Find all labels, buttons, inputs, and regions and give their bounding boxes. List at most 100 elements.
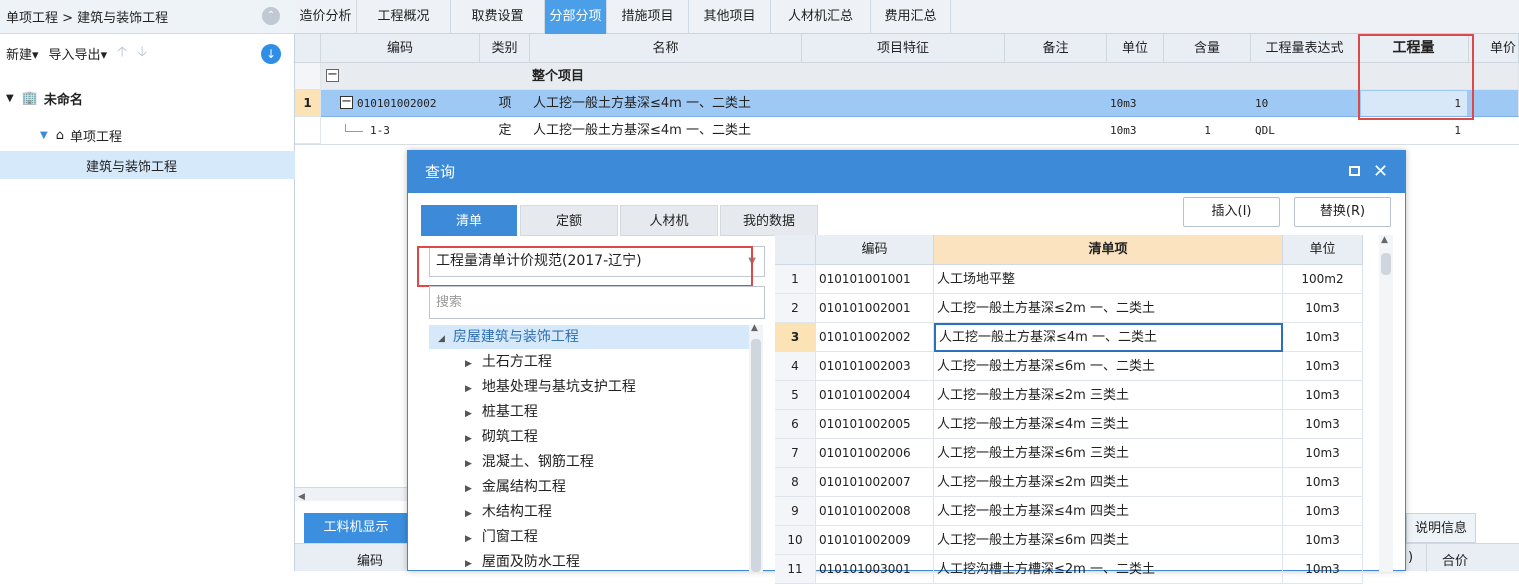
move-up-icon[interactable]: 🡡 <box>117 41 127 65</box>
row-unit: 10m3 <box>1283 381 1363 410</box>
row-type: 项 <box>498 96 512 111</box>
tree-item[interactable]: ▶ 地基处理与基坑支护工程 <box>465 375 636 400</box>
tree-item-building[interactable]: 建筑与装饰工程 <box>0 151 295 179</box>
grid-header-type: 类别 <box>480 34 530 63</box>
tab-measures[interactable]: 措施项目 <box>607 0 689 34</box>
tab-overview[interactable]: 工程概况 <box>357 0 451 34</box>
table-row[interactable]: 5 010101002004 人工挖一般土方基深≤2m 三类土 10m3 <box>775 381 1363 410</box>
insert-button[interactable]: 插入(I) <box>1183 197 1280 227</box>
row-name: 人工挖一般土方基深≤4m 一、二类土 <box>533 96 751 111</box>
table-row[interactable]: 7 010101002006 人工挖一般土方基深≤6m 三类土 10m3 <box>775 439 1363 468</box>
tab-cost-analysis[interactable]: 造价分析 <box>295 0 357 34</box>
row-code: 1-3 <box>370 124 390 137</box>
bottom-header-code: 编码 <box>357 554 384 569</box>
dialog-tab-bill[interactable]: 清单 <box>421 205 517 236</box>
row-code: 010101002008 <box>816 497 934 526</box>
tree-scrollbar[interactable]: ▲ <box>749 323 763 572</box>
expand-icon[interactable]: ▶ <box>465 534 472 544</box>
table-row[interactable]: 11 010101003001 人工挖沟槽土方槽深≤2m 一、二类土 10m3 <box>775 555 1363 584</box>
expand-icon[interactable]: ▶ <box>465 559 472 569</box>
tree-item[interactable]: ▶ 桩基工程 <box>465 400 538 425</box>
row-code: 010101002002 <box>816 323 934 352</box>
download-icon[interactable]: ↓ <box>261 44 281 64</box>
replace-button[interactable]: 替换(R) <box>1294 197 1391 227</box>
tab-material-display[interactable]: 工料机显示 <box>304 513 408 543</box>
row-item: 人工挖一般土方基深≤2m 一、二类土 <box>934 294 1283 323</box>
tab-sub-items[interactable]: 分部分项 <box>545 0 607 34</box>
collapse-row-icon[interactable]: − <box>340 95 353 109</box>
scroll-up-icon[interactable]: ▲ <box>1381 235 1388 245</box>
expand-icon[interactable]: ▶ <box>465 384 472 394</box>
dialog-tab-material[interactable]: 人材机 <box>620 205 718 236</box>
row-number: 1 <box>295 90 321 117</box>
tab-fee-settings[interactable]: 取费设置 <box>451 0 545 34</box>
tab-other-items[interactable]: 其他项目 <box>689 0 771 34</box>
tree-item-single-project[interactable]: ▼ ⌂ 单项工程 <box>0 121 295 149</box>
expand-icon[interactable]: ▼ <box>6 93 14 104</box>
table-row[interactable]: 6 010101002005 人工挖一般土方基深≤4m 三类土 10m3 <box>775 410 1363 439</box>
tab-fee-summary[interactable]: 费用汇总 <box>871 0 951 34</box>
table-row[interactable]: 8 010101002007 人工挖一般土方基深≤2m 四类土 10m3 <box>775 468 1363 497</box>
row-unit: 10m3 <box>1283 526 1363 555</box>
scroll-thumb[interactable] <box>1381 253 1391 275</box>
horizontal-scrollbar[interactable]: ◀ <box>295 487 410 502</box>
tree-item[interactable]: ▶ 木结构工程 <box>465 500 552 525</box>
group-row[interactable] <box>321 63 1519 90</box>
left-panel: 单项工程 > 建筑与装饰工程 ⌃ 新建▾ 导入导出▾ 🡡 🡣 ↓ ▼ 🏢 未命名… <box>0 0 295 571</box>
row-name: 人工挖一般土方基深≤4m 一、二类土 <box>533 123 751 138</box>
import-export-button[interactable]: 导入导出▾ <box>49 44 108 63</box>
tree-item[interactable]: ▶ 砌筑工程 <box>465 425 538 450</box>
row-type: 定 <box>498 123 512 138</box>
tree-line-icon <box>345 124 363 132</box>
building-icon: 🏢 <box>21 90 38 106</box>
scroll-up-icon[interactable]: ▲ <box>751 323 758 333</box>
expand-icon[interactable]: ▶ <box>465 359 472 369</box>
dialog-tab-my-data[interactable]: 我的数据 <box>720 205 818 236</box>
scroll-left-icon[interactable]: ◀ <box>298 492 305 502</box>
row-item: 人工挖一般土方基深≤4m 三类土 <box>934 410 1283 439</box>
tree-item-root[interactable]: ▼ 🏢 未命名 <box>0 84 295 112</box>
row-qty[interactable]: 1 <box>1361 117 1467 144</box>
main-grid: 编码 类别 名称 项目特征 备注 单位 含量 工程量表达式 工程量 单价 − 整… <box>295 34 1519 150</box>
expand-icon[interactable]: ▶ <box>465 434 472 444</box>
expand-icon[interactable]: ▶ <box>465 509 472 519</box>
row-number: 2 <box>775 294 816 323</box>
table-row[interactable]: 9 010101002008 人工挖一般土方基深≤4m 四类土 10m3 <box>775 497 1363 526</box>
move-down-icon[interactable]: 🡣 <box>137 41 147 65</box>
table-header-num <box>775 235 816 265</box>
tab-labor-material[interactable]: 人材机汇总 <box>771 0 871 34</box>
row-code: 010101002006 <box>816 439 934 468</box>
scroll-thumb[interactable] <box>751 339 761 572</box>
grid-header-corner <box>295 34 321 63</box>
expand-icon[interactable]: ◢ <box>438 334 445 344</box>
tab-description-info[interactable]: 说明信息 <box>1406 513 1476 543</box>
tree-root[interactable]: ◢ 房屋建筑与装饰工程 <box>438 325 579 350</box>
new-button[interactable]: 新建▾ <box>6 44 39 63</box>
tree-item[interactable]: ▶ 土石方工程 <box>465 350 552 375</box>
table-row[interactable]: 2 010101002001 人工挖一般土方基深≤2m 一、二类土 10m3 <box>775 294 1363 323</box>
row-expr: QDL <box>1255 124 1275 137</box>
tree-item[interactable]: ▶ 门窗工程 <box>465 525 538 550</box>
row-number: 10 <box>775 526 816 555</box>
expand-icon[interactable]: ▼ <box>40 130 48 141</box>
expand-icon[interactable]: ▶ <box>465 459 472 469</box>
search-input[interactable]: 搜索 <box>429 286 765 319</box>
tree-item[interactable]: ▶ 屋面及防水工程 <box>465 550 580 575</box>
table-scrollbar[interactable]: ▲ <box>1379 235 1393 572</box>
tree-item[interactable]: ▶ 混凝土、钢筋工程 <box>465 450 594 475</box>
table-row[interactable]: 3 010101002002 人工挖一般土方基深≤4m 一、二类土 10m3 <box>775 323 1363 352</box>
dialog-tab-quota[interactable]: 定额 <box>520 205 618 236</box>
row-unit: 10m3 <box>1110 124 1137 137</box>
collapse-row-icon[interactable]: − <box>326 68 339 82</box>
expand-icon[interactable]: ▶ <box>465 484 472 494</box>
grid-header-price: 单价 <box>1469 34 1519 63</box>
collapse-icon[interactable]: ⌃ <box>262 7 280 25</box>
table-row[interactable]: 4 010101002003 人工挖一般土方基深≤6m 一、二类土 10m3 <box>775 352 1363 381</box>
expand-icon[interactable]: ▶ <box>465 409 472 419</box>
maximize-icon[interactable] <box>1349 166 1360 176</box>
row-unit: 10m3 <box>1283 352 1363 381</box>
table-row[interactable]: 10 010101002009 人工挖一般土方基深≤6m 四类土 10m3 <box>775 526 1363 555</box>
close-icon[interactable]: ✕ <box>1373 151 1388 193</box>
table-row[interactable]: 1 010101001001 人工场地平整 100m2 <box>775 265 1363 294</box>
tree-item[interactable]: ▶ 金属结构工程 <box>465 475 566 500</box>
